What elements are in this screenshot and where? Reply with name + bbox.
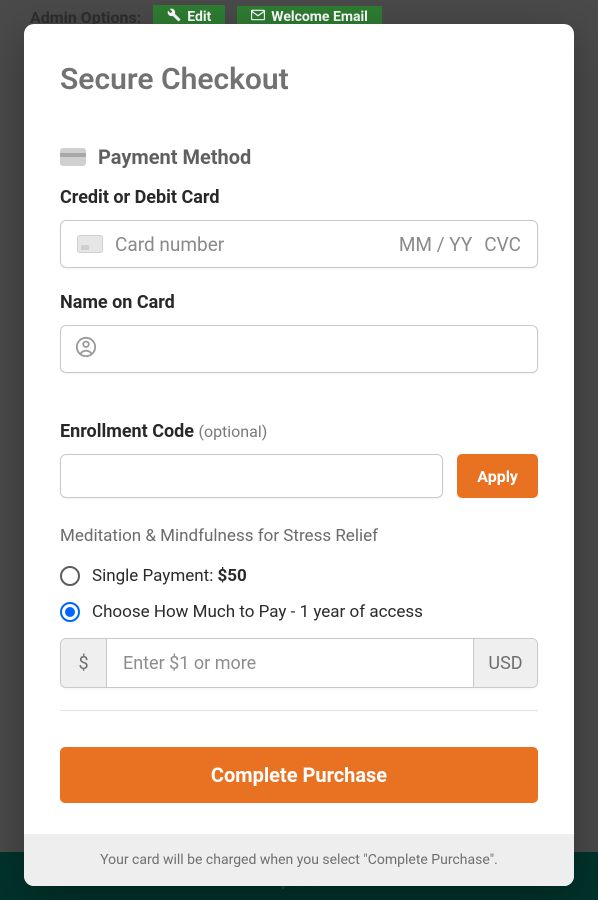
option-single-label: Single Payment: $50	[92, 566, 247, 586]
modal-footer: Your card will be charged when you selec…	[24, 834, 574, 886]
envelope-icon	[251, 9, 265, 25]
divider	[60, 710, 538, 711]
enrollment-row: Apply	[60, 454, 538, 498]
enrollment-code-input[interactable]	[60, 454, 443, 498]
card-expiry-placeholder: MM / YY	[399, 233, 472, 256]
footer-note: Your card will be charged when you selec…	[100, 852, 498, 868]
modal-title: Secure Checkout	[60, 62, 538, 97]
name-field-label: Name on Card	[60, 292, 538, 313]
amount-input[interactable]	[107, 639, 473, 687]
option-choose-label: Choose How Much to Pay - 1 year of acces…	[92, 602, 423, 622]
checkout-modal: Secure Checkout Payment Method Credit or…	[24, 24, 574, 886]
amount-input-group: $ USD	[60, 638, 538, 688]
enrollment-code-label: Enrollment Code (optional)	[60, 421, 538, 442]
complete-purchase-button[interactable]: Complete Purchase	[60, 747, 538, 803]
radio-unselected-icon	[60, 566, 80, 586]
name-on-card-input[interactable]	[60, 325, 538, 373]
apply-button[interactable]: Apply	[457, 454, 538, 498]
option-single-payment[interactable]: Single Payment: $50	[60, 566, 538, 586]
payment-method-header: Payment Method	[60, 145, 538, 169]
credit-card-icon	[60, 148, 86, 166]
card-number-placeholder: Card number	[115, 233, 387, 256]
card-cvc-placeholder: CVC	[484, 233, 521, 256]
card-field-label: Credit or Debit Card	[60, 187, 538, 208]
modal-body: Secure Checkout Payment Method Credit or…	[24, 24, 574, 834]
payment-method-label: Payment Method	[98, 145, 251, 169]
card-number-input[interactable]: Card number MM / YY CVC	[60, 220, 538, 268]
card-chip-icon	[77, 235, 103, 253]
option-choose-amount[interactable]: Choose How Much to Pay - 1 year of acces…	[60, 602, 538, 622]
product-name: Meditation & Mindfulness for Stress Reli…	[60, 526, 538, 546]
person-icon	[75, 336, 97, 362]
currency-code: USD	[473, 639, 537, 687]
currency-symbol: $	[61, 639, 107, 687]
radio-selected-icon	[60, 602, 80, 622]
